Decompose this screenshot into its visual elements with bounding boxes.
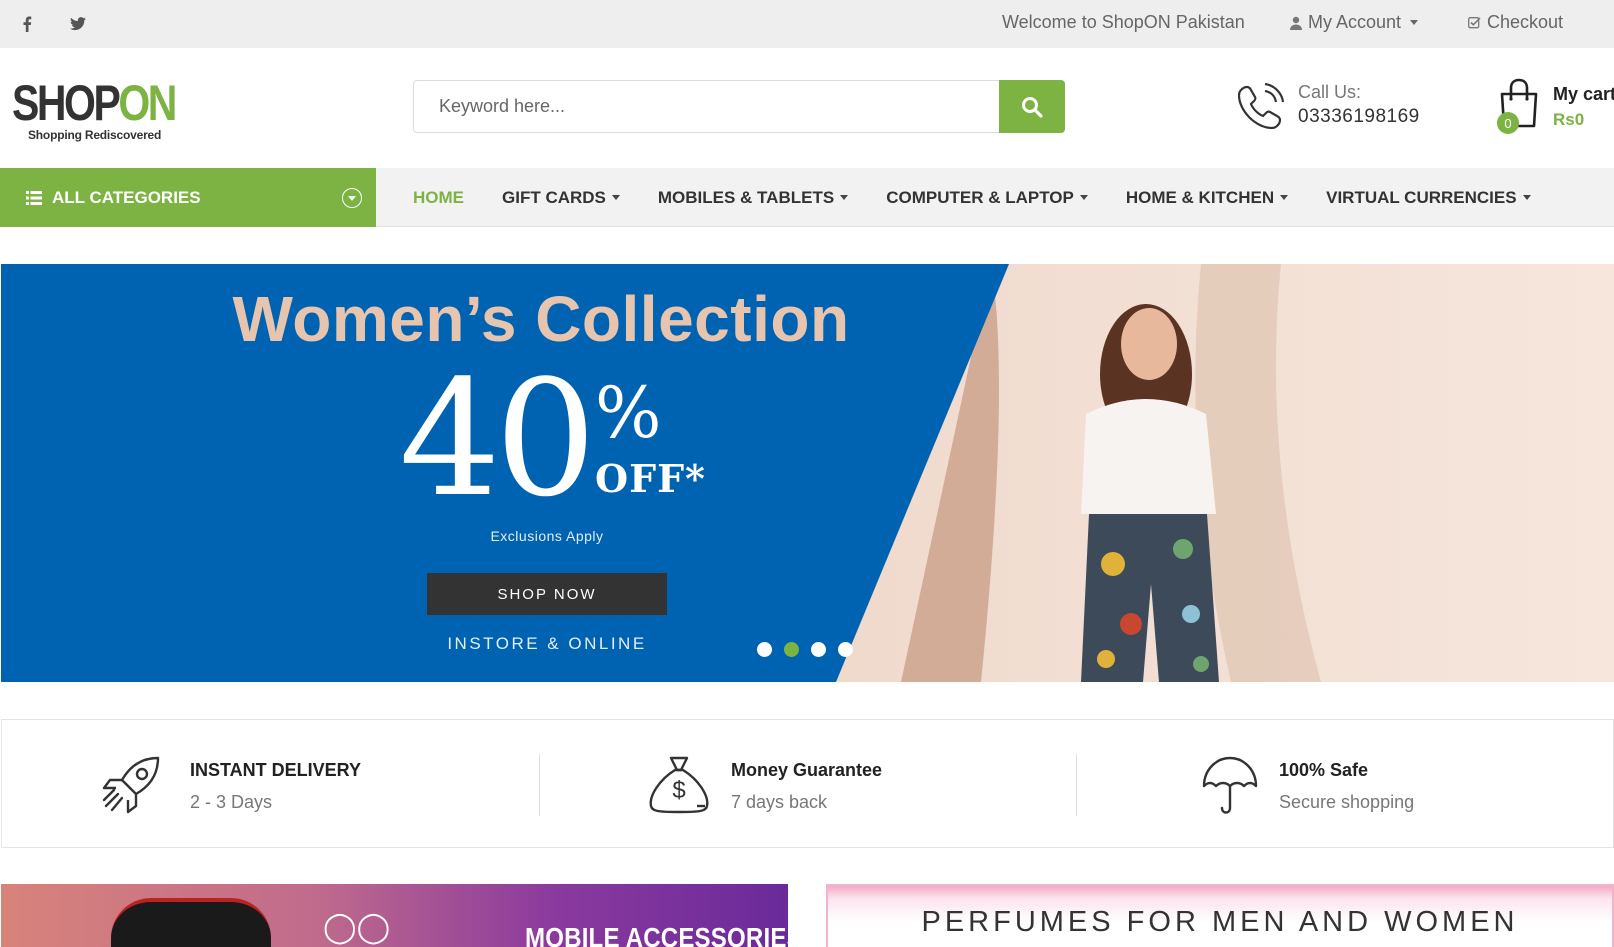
logo-wordmark: SHOPON (12, 75, 177, 131)
search-bar (413, 80, 1065, 133)
chevron-circle-down-icon (342, 188, 362, 208)
site-logo[interactable]: SHOPON Shopping Rediscovered (12, 75, 177, 150)
my-account-label: My Account (1308, 12, 1402, 32)
all-categories-button[interactable]: ALL CATEGORIES (0, 168, 376, 227)
discount-number: 40 (399, 345, 597, 532)
caret-down-icon (840, 195, 849, 200)
umbrella-icon (1202, 756, 1258, 814)
search-input[interactable] (413, 80, 999, 133)
speaker-image (111, 898, 271, 947)
feature-subtitle: Secure shopping (1279, 792, 1415, 812)
feature-subtitle: 7 days back (731, 792, 828, 812)
phone-number[interactable]: 03336198169 (1298, 106, 1420, 128)
features-strip: INSTANT DELIVERY 2 - 3 Days $ Money Guar… (1, 719, 1614, 848)
check-square-icon (1468, 17, 1481, 29)
nav-item-home[interactable]: HOME (413, 188, 464, 208)
search-button[interactable] (999, 80, 1065, 133)
rocket-icon (102, 756, 160, 814)
exclusions-text: Exclusions Apply (490, 528, 604, 544)
banner-perfumes[interactable]: PERFUMES FOR MEN AND WOMEN (826, 884, 1614, 947)
feature-title: Money Guarantee (731, 760, 883, 780)
nav-item-computer-laptop[interactable]: COMPUTER & LAPTOP (886, 188, 1088, 208)
phone-icon (1238, 83, 1284, 129)
slider-dot-4[interactable] (838, 642, 853, 657)
call-us-label: Call Us: (1298, 82, 1362, 102)
slider-dot-3[interactable] (811, 642, 826, 657)
cart-label: My cart (1553, 84, 1614, 104)
caret-down-icon (611, 195, 620, 200)
banner-title: PERFUMES FOR MEN AND WOMEN (921, 906, 1519, 938)
shop-now-button[interactable]: SHOP NOW (427, 573, 667, 615)
instore-online-text: INSTORE & ONLINE (447, 634, 647, 653)
banner-mobile-accessories[interactable]: ◯◯ MOBILE ACCESSORIES (1, 884, 788, 947)
feature-title: INSTANT DELIVERY (190, 760, 362, 780)
cart-widget[interactable]: 0 My cart Rs0 (1494, 78, 1614, 138)
checkout-label: Checkout (1487, 12, 1564, 32)
slider-dot-2[interactable] (784, 642, 799, 657)
caret-down-icon (1280, 195, 1289, 200)
feature-subtitle: 2 - 3 Days (190, 792, 273, 812)
search-icon (1022, 96, 1043, 118)
banner-title: MOBILE ACCESSORIES (525, 922, 788, 947)
welcome-text: Welcome to ShopON Pakistan (1002, 12, 1245, 32)
user-icon (1290, 16, 1302, 30)
feature-title: 100% Safe (1279, 760, 1369, 780)
divider (539, 754, 540, 816)
cart-total: Rs0 (1553, 110, 1585, 129)
nav-item-mobiles-tablets[interactable]: MOBILES & TABLETS (658, 188, 849, 208)
call-us: Call Us: 03336198169 (1238, 80, 1438, 136)
caret-down-icon (1522, 195, 1531, 200)
top-bar: Welcome to ShopON Pakistan My Account Ch… (0, 0, 1614, 48)
all-categories-label: ALL CATEGORIES (52, 187, 201, 207)
nav-item-virtual-currencies[interactable]: VIRTUAL CURRENCIES (1326, 188, 1531, 208)
slider-dots (757, 642, 853, 657)
divider (1076, 754, 1077, 816)
percent-sign: % (595, 372, 662, 454)
twitter-icon[interactable] (63, 0, 93, 48)
chevron-down-icon (1410, 20, 1419, 25)
svg-text:$: $ (672, 777, 685, 804)
money-bag-icon: $ (649, 756, 709, 814)
off-label: OFF* (595, 456, 706, 501)
hero-discount: 40 % OFF* (399, 345, 705, 532)
nav-item-gift-cards[interactable]: GIFT CARDS (502, 188, 620, 208)
earbuds-image: ◯◯ (323, 911, 391, 944)
menu-icon (26, 190, 42, 205)
my-account-link[interactable]: My Account (1290, 12, 1419, 33)
main-nav: ALL CATEGORIES HOME GIFT CARDS MOBILES &… (0, 168, 1614, 227)
caret-down-icon (1079, 195, 1088, 200)
menu-bar: HOME GIFT CARDS MOBILES & TABLETS COMPUT… (413, 168, 1569, 227)
nav-item-home-kitchen[interactable]: HOME & KITCHEN (1126, 188, 1289, 208)
hero-slider[interactable]: Women’s Collection 40 % OFF* Exclusions … (1, 264, 1614, 682)
checkout-link[interactable]: Checkout (1468, 12, 1563, 33)
slider-dot-1[interactable] (757, 642, 772, 657)
cart-count-badge: 0 (1497, 112, 1519, 134)
facebook-icon[interactable] (12, 0, 42, 48)
